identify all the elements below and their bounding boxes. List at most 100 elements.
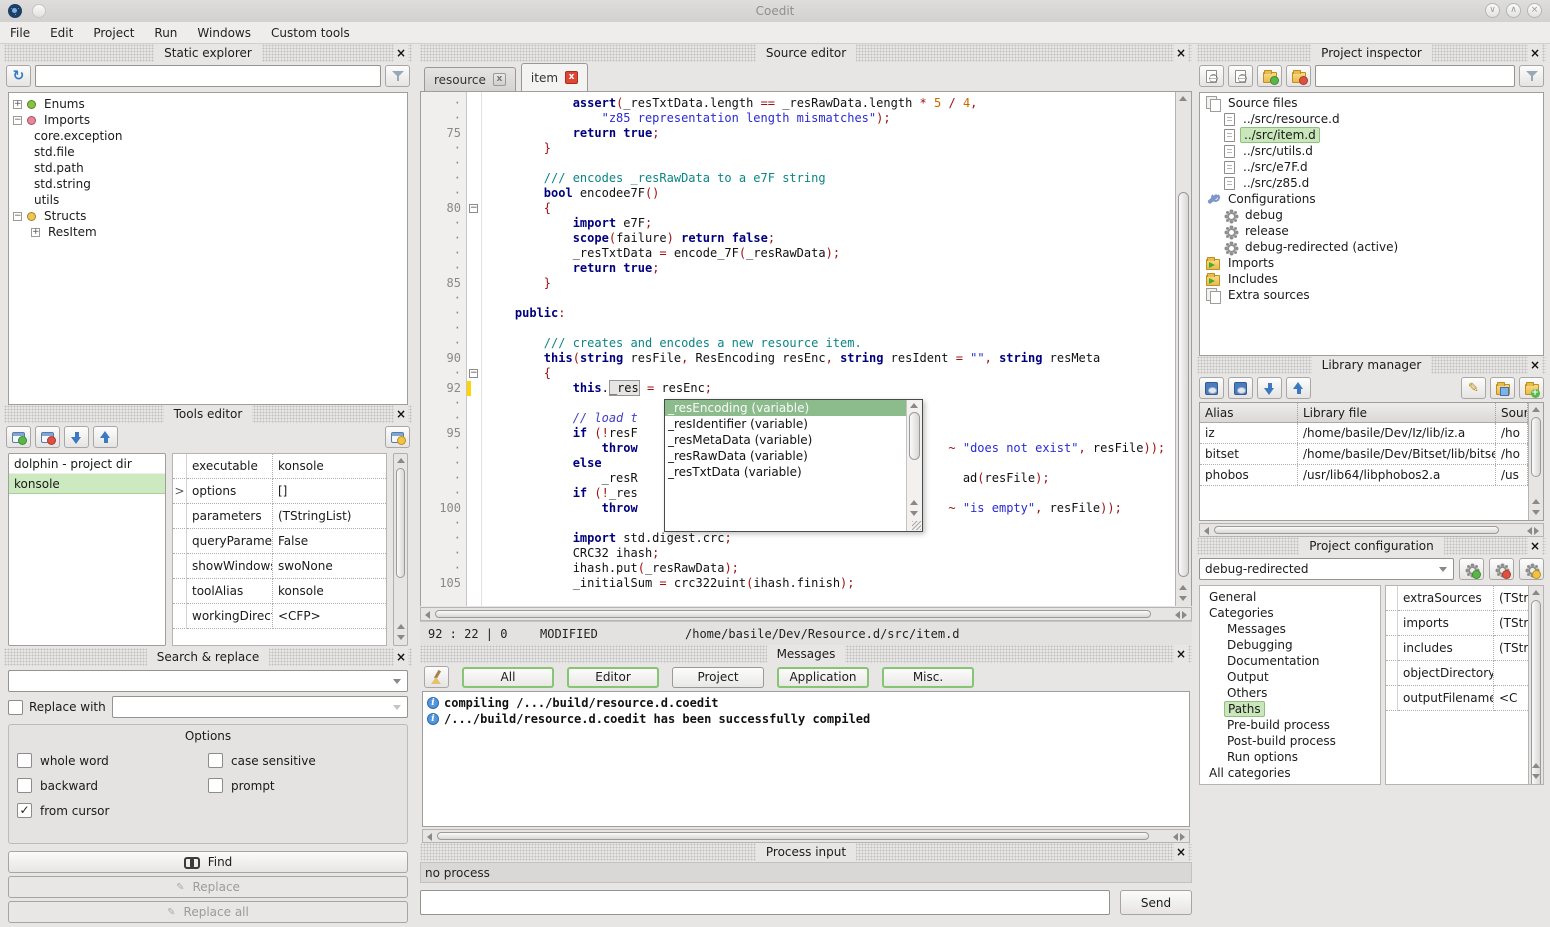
property-value[interactable]: konsole xyxy=(273,454,386,479)
editor-vertical-scrollbar[interactable] xyxy=(1175,92,1191,606)
close-icon[interactable]: × xyxy=(1174,843,1188,861)
config-category-item[interactable]: All categories xyxy=(1202,765,1378,781)
property-value[interactable]: (TStringList) xyxy=(273,504,386,529)
close-icon[interactable]: × xyxy=(1174,645,1188,663)
tool-item[interactable]: dolphin - project dir xyxy=(9,454,165,474)
symbol-tree-item[interactable]: utils xyxy=(9,192,407,208)
property-value[interactable]: (TStringList) xyxy=(1494,586,1528,611)
tab-resource[interactable]: resourcex xyxy=(424,67,516,91)
symbol-tree-item[interactable]: core.exception xyxy=(9,128,407,144)
property-value[interactable]: [] xyxy=(273,479,386,504)
menu-custom-tools[interactable]: Custom tools xyxy=(261,22,360,44)
close-tab-icon[interactable]: x xyxy=(565,71,578,84)
expander-icon[interactable]: − xyxy=(13,116,22,125)
symbol-tree-item[interactable]: −Structs xyxy=(9,208,407,224)
edit-library-button[interactable]: ✎ xyxy=(1461,377,1486,399)
expander-icon[interactable]: + xyxy=(13,100,22,109)
add-library-button[interactable] xyxy=(1199,377,1224,399)
project-tree-item[interactable]: ../src/utils.d xyxy=(1202,143,1541,159)
configuration-vertical-scrollbar[interactable] xyxy=(1528,586,1543,784)
filter-project-button[interactable]: Project xyxy=(672,667,764,688)
completion-item[interactable]: _resMetaData (variable) xyxy=(665,432,906,448)
filter-application-button[interactable]: Application xyxy=(777,667,869,688)
option-from-cursor[interactable]: ✓from cursor xyxy=(17,803,208,818)
project-tree-item[interactable]: ../src/resource.d xyxy=(1202,111,1541,127)
add-tool-button[interactable] xyxy=(6,426,31,448)
option-whole-word[interactable]: whole word xyxy=(17,753,208,768)
checkbox-icon[interactable]: ✓ xyxy=(17,803,32,818)
checkbox-icon[interactable] xyxy=(17,778,32,793)
library-from-folder-button[interactable] xyxy=(1519,377,1544,399)
expander-icon[interactable]: − xyxy=(13,212,22,221)
message-line[interactable]: i/.../build/resource.d.coedit has been s… xyxy=(427,711,1185,726)
clone-configuration-button[interactable] xyxy=(1519,558,1544,580)
remove-folder-button[interactable] xyxy=(1286,65,1311,87)
remove-library-button[interactable] xyxy=(1228,377,1253,399)
completion-scrollbar[interactable] xyxy=(906,400,922,531)
maximize-button[interactable]: ∧ xyxy=(1506,3,1521,18)
messages-log[interactable]: icompiling /.../build/resource.d.coediti… xyxy=(422,691,1190,827)
menu-windows[interactable]: Windows xyxy=(187,22,261,44)
inspector-clear-filter-button[interactable] xyxy=(1519,65,1544,87)
fold-marker-icon[interactable]: − xyxy=(469,204,478,213)
config-category-item[interactable]: Output xyxy=(1202,669,1378,685)
minimize-button[interactable]: ∨ xyxy=(1485,3,1500,18)
replace-button[interactable]: ✎Replace xyxy=(8,876,408,898)
property-value[interactable]: <C xyxy=(1494,686,1528,711)
move-tool-down-button[interactable] xyxy=(64,426,89,448)
config-category-item[interactable]: Paths xyxy=(1202,701,1378,717)
clear-filter-button[interactable] xyxy=(385,65,410,87)
config-category-item[interactable]: Categories xyxy=(1202,605,1378,621)
execute-tool-button[interactable] xyxy=(385,426,410,448)
completion-item[interactable]: _resRawData (variable) xyxy=(665,448,906,464)
option-backward[interactable]: backward xyxy=(17,778,208,793)
property-value[interactable]: swoNone xyxy=(273,554,386,579)
expander-icon[interactable]: + xyxy=(31,228,40,237)
completion-item[interactable]: _resIdentifier (variable) xyxy=(665,416,906,432)
config-category-item[interactable]: General xyxy=(1202,589,1378,605)
property-value[interactable]: konsole xyxy=(273,579,386,604)
add-folder-button[interactable] xyxy=(1257,65,1282,87)
close-icon[interactable]: × xyxy=(1528,44,1542,62)
property-value[interactable]: False xyxy=(273,529,386,554)
replace-with-combo[interactable] xyxy=(112,696,408,718)
tools-grid-scrollbar[interactable] xyxy=(393,453,408,646)
project-tree-item[interactable]: Imports xyxy=(1202,255,1541,271)
library-vertical-scrollbar[interactable] xyxy=(1528,403,1543,520)
column-header[interactable]: Alias xyxy=(1200,403,1298,422)
project-tree-item[interactable]: Includes xyxy=(1202,271,1541,287)
project-tree-item[interactable]: debug-redirected (active) xyxy=(1202,239,1541,255)
config-category-item[interactable]: Documentation xyxy=(1202,653,1378,669)
menu-run[interactable]: Run xyxy=(144,22,187,44)
option-prompt[interactable]: prompt xyxy=(208,778,399,793)
library-row[interactable]: iz/home/basile/Dev/Iz/lib/iz.a/ho xyxy=(1200,423,1528,444)
tool-item[interactable]: konsole xyxy=(9,474,165,494)
property-value[interactable]: (TStringList) xyxy=(1494,611,1528,636)
property-value[interactable]: <CFP> xyxy=(273,604,386,629)
move-tool-up-button[interactable] xyxy=(93,426,118,448)
project-tree-item[interactable]: ../src/z85.d xyxy=(1202,175,1541,191)
config-category-item[interactable]: Post-build process xyxy=(1202,733,1378,749)
property-value[interactable]: (TStringList) xyxy=(1494,636,1528,661)
refresh-button[interactable]: ↻ xyxy=(6,65,31,87)
symbol-tree-item[interactable]: −Imports xyxy=(9,112,407,128)
menu-project[interactable]: Project xyxy=(83,22,144,44)
library-horizontal-scrollbar[interactable] xyxy=(1199,523,1544,537)
library-from-project-button[interactable] xyxy=(1490,377,1515,399)
project-tree-item[interactable]: release xyxy=(1202,223,1541,239)
library-row[interactable]: phobos/usr/lib64/libphobos2.a/us xyxy=(1200,465,1528,486)
config-category-item[interactable]: Debugging xyxy=(1202,637,1378,653)
tab-item[interactable]: itemx xyxy=(521,63,588,91)
filter-all-button[interactable]: All xyxy=(462,667,554,688)
checkbox-icon[interactable] xyxy=(208,753,223,768)
remove-tool-button[interactable] xyxy=(35,426,60,448)
close-icon[interactable]: × xyxy=(1528,356,1542,374)
project-tree-item[interactable]: Configurations xyxy=(1202,191,1541,207)
config-category-item[interactable]: Others xyxy=(1202,685,1378,701)
symbol-tree-item[interactable]: std.path xyxy=(9,160,407,176)
column-header[interactable]: Sources xyxy=(1496,403,1528,422)
completion-item[interactable]: _resEncoding (variable) xyxy=(665,400,906,416)
filter-editor-button[interactable]: Editor xyxy=(567,667,659,688)
completion-item[interactable]: _resTxtData (variable) xyxy=(665,464,906,480)
checkbox-icon[interactable] xyxy=(17,753,32,768)
